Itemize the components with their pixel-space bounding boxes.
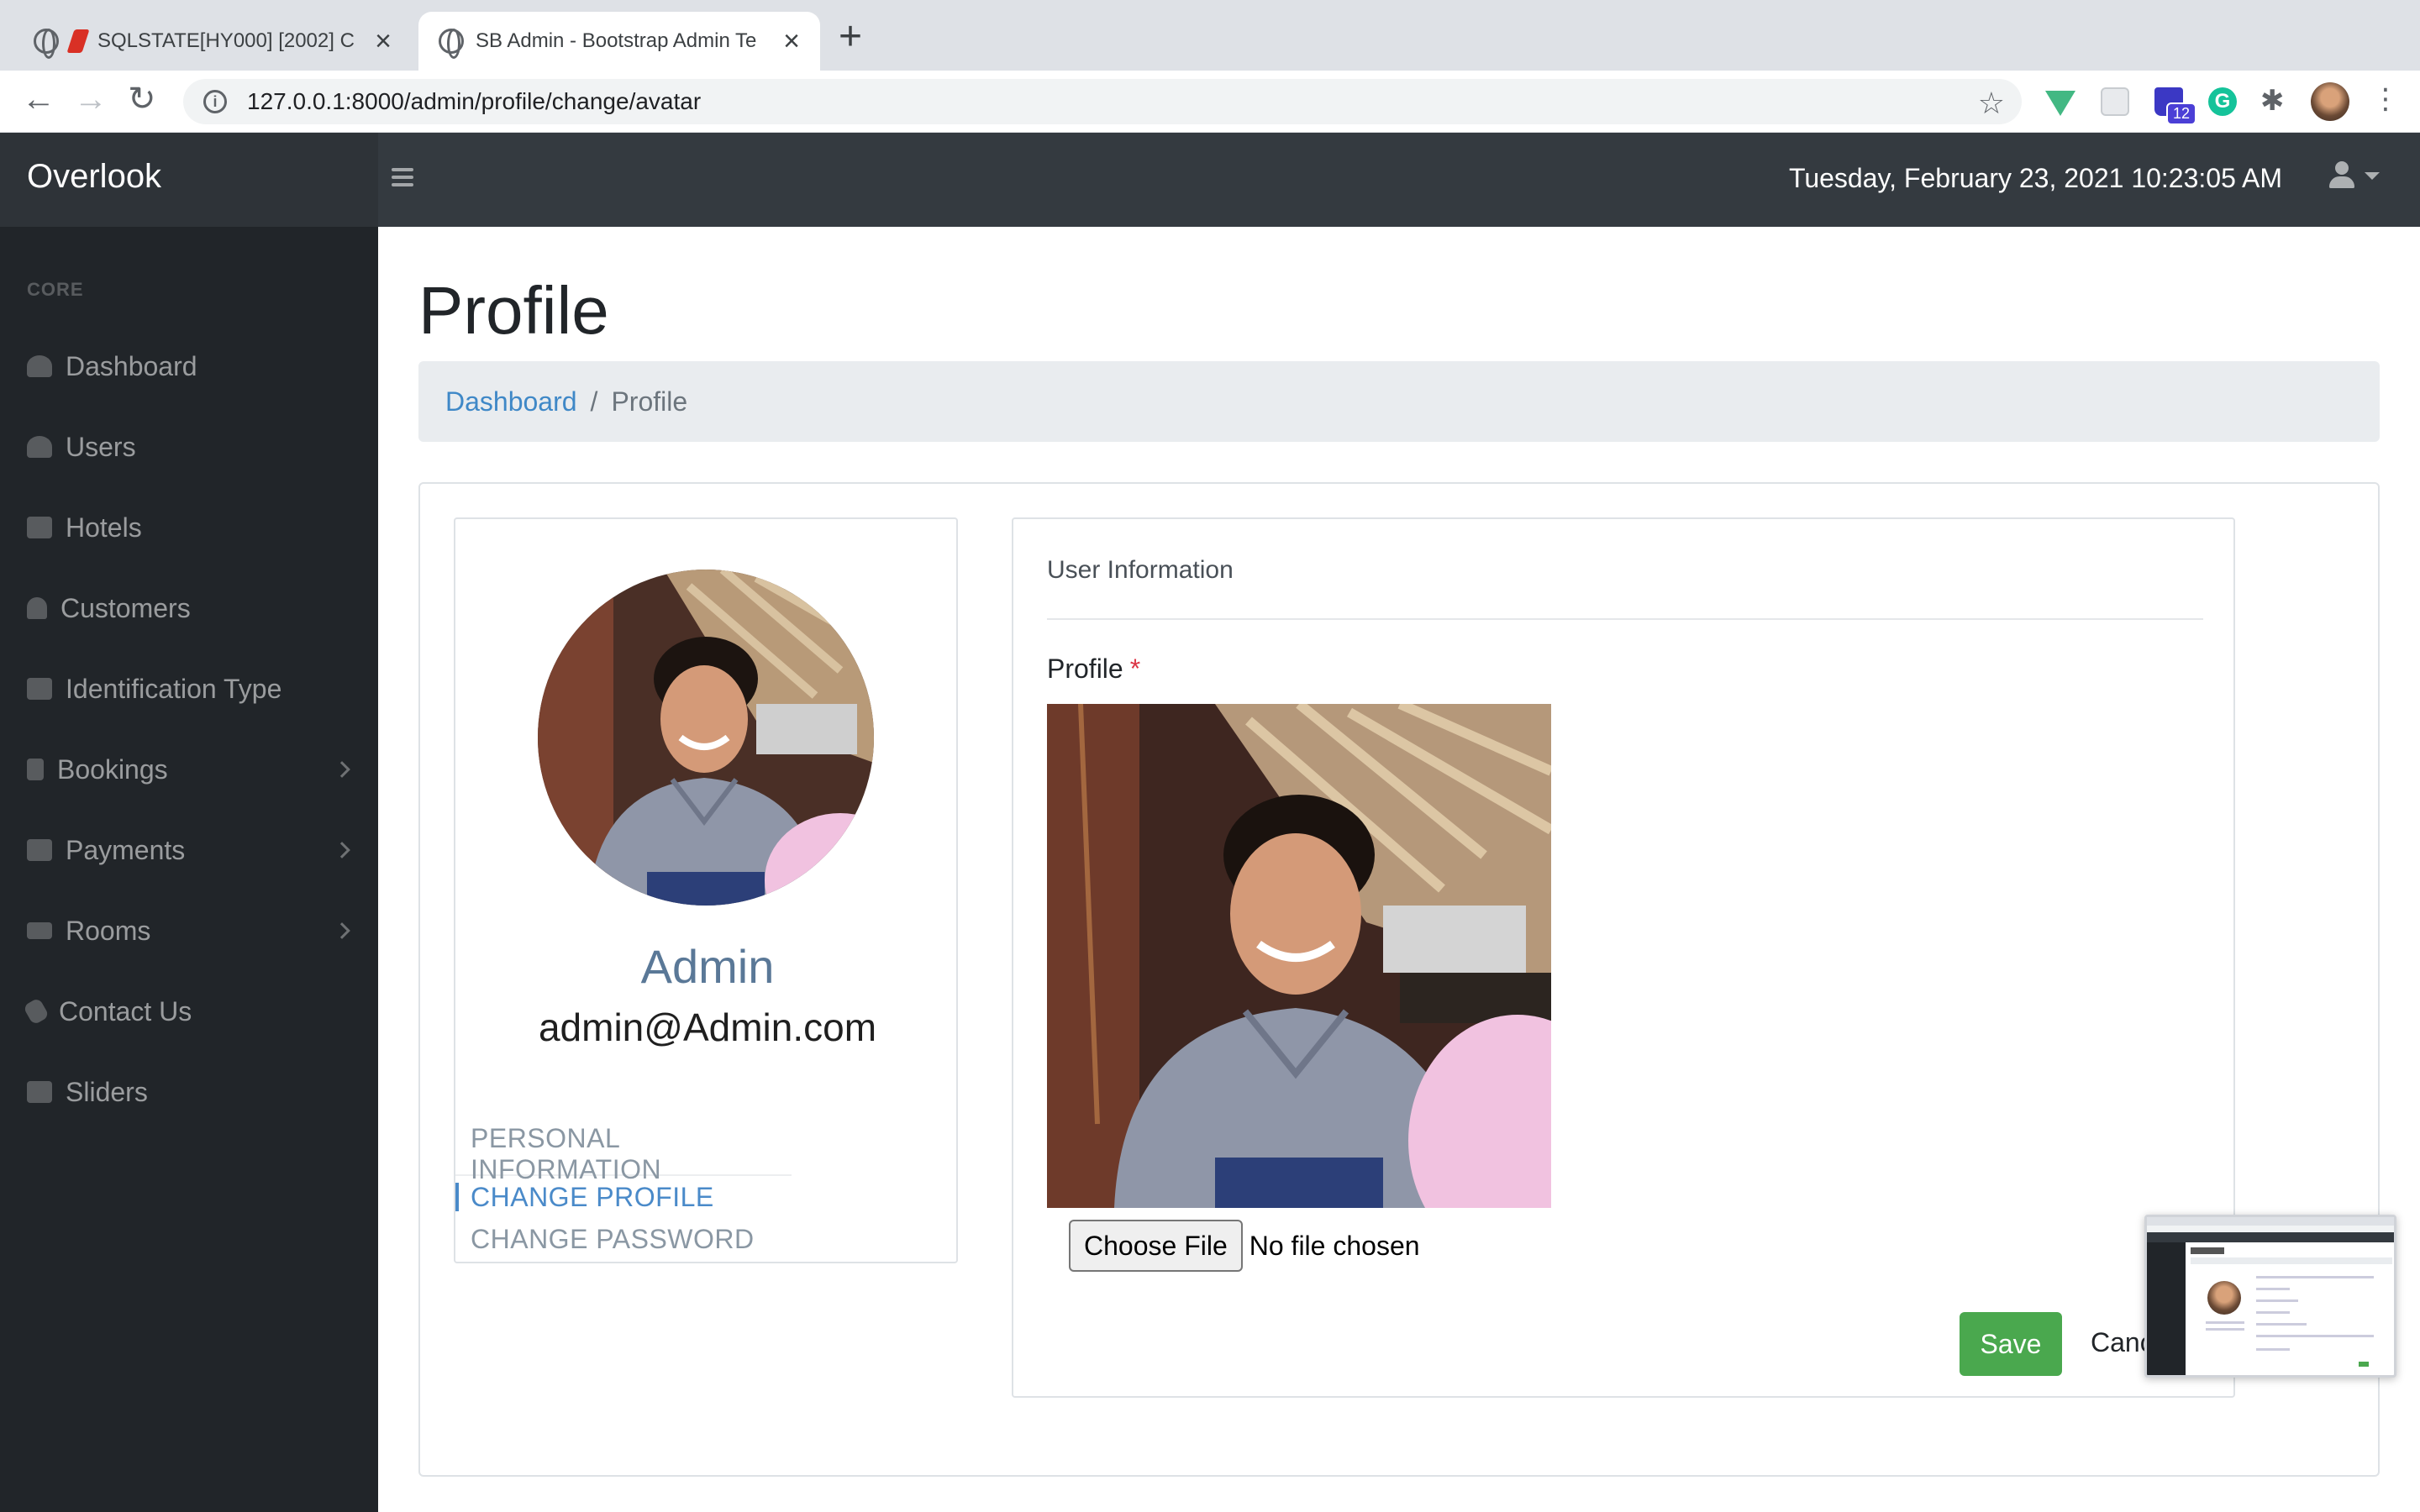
top-navbar: Overlook Tuesday, February 23, 2021 10:2…	[0, 133, 2420, 227]
site-info-icon[interactable]: i	[203, 90, 227, 113]
grammarly-icon[interactable]: G	[2208, 87, 2237, 116]
menu-change-profile[interactable]: CHANGE PROFILE	[455, 1176, 960, 1218]
breadcrumb-dashboard-link[interactable]: Dashboard	[445, 386, 577, 417]
tab-title: SB Admin - Bootstrap Admin Te	[476, 29, 757, 52]
forward-arrow-icon[interactable]: →	[74, 82, 108, 116]
chevron-right-icon	[334, 842, 350, 858]
sidebar-item-label: Rooms	[66, 915, 151, 946]
vue-devtools-icon[interactable]	[2045, 91, 2075, 116]
page-title: Profile	[418, 273, 609, 348]
sidebar-item-users[interactable]: Users	[27, 422, 355, 472]
browser-toolbar: ← → ↻ i 127.0.0.1:8000/admin/profile/cha…	[0, 71, 2420, 133]
laravel-favicon-icon	[66, 29, 90, 53]
breadcrumb-separator: /	[590, 386, 598, 417]
truck-icon	[27, 1081, 52, 1103]
close-tab-icon[interactable]: ×	[375, 27, 392, 55]
address-bar[interactable]: i 127.0.0.1:8000/admin/profile/change/av…	[183, 79, 2022, 124]
menu-change-password[interactable]: CHANGE PASSWORD	[455, 1218, 960, 1260]
brand-logo[interactable]: Overlook	[27, 158, 161, 196]
sidebar-item-sliders[interactable]: Sliders	[27, 1067, 355, 1117]
sidebar-item-hotels[interactable]: Hotels	[27, 502, 355, 553]
extension-grid-icon[interactable]	[2101, 87, 2129, 116]
sidebar-item-label: Sliders	[66, 1076, 148, 1107]
puzzle-icon[interactable]: ✱	[2260, 84, 2289, 117]
tab-title: SQLSTATE[HY000] [2002] C	[97, 29, 355, 52]
extension-badge: 12	[2166, 102, 2197, 125]
building-icon	[27, 517, 52, 538]
sidebar-item-label: Hotels	[66, 512, 142, 543]
sidebar-item-label: Customers	[60, 592, 191, 623]
user-dropdown[interactable]	[2328, 161, 2380, 190]
sidebar-item-label: Identification Type	[66, 673, 282, 704]
menu-personal-information[interactable]: PERSONAL INFORMATION	[455, 1123, 792, 1184]
profile-email: admin@Admin.com	[538, 1005, 877, 1049]
current-datetime: Tuesday, February 23, 2021 10:23:05 AM	[1788, 163, 2282, 193]
avatar-preview-image	[1047, 704, 1551, 1208]
gauge-icon	[27, 355, 52, 377]
sidebar-item-label: Dashboard	[66, 350, 197, 381]
user-information-card: User Information Profile * Choose File N…	[1012, 517, 2235, 1398]
address-url: 127.0.0.1:8000/admin/profile/change/avat…	[247, 88, 702, 114]
sidebar-item-contact-us[interactable]: Contact Us	[22, 986, 355, 1037]
section-title: User Information	[1047, 556, 1234, 584]
hamburger-menu-icon[interactable]	[392, 166, 413, 188]
reload-icon[interactable]: ↻	[128, 82, 156, 116]
id-card-icon	[27, 678, 52, 700]
sidebar-item-label: Contact Us	[59, 995, 192, 1026]
profile-name: Admin	[640, 940, 775, 993]
brand-area: Overlook	[0, 133, 378, 227]
save-button[interactable]: Save	[1960, 1312, 2062, 1376]
sidebar-item-payments[interactable]: Payments	[27, 825, 355, 875]
file-status-text: No file chosen	[1249, 1230, 1420, 1261]
sidebar-item-bookings[interactable]: Bookings	[27, 744, 355, 795]
browser-tabstrip: SQLSTATE[HY000] [2002] C × SB Admin - Bo…	[0, 0, 2420, 71]
more-vertical-icon[interactable]: ⋮	[2371, 82, 2400, 115]
sidebar-item-label: Users	[66, 431, 136, 462]
bookmark-icon	[27, 759, 44, 780]
file-input: Choose File No file chosen	[1069, 1220, 1420, 1272]
new-tab-icon[interactable]: +	[839, 17, 862, 57]
user-icon	[2328, 161, 2356, 190]
choose-file-button[interactable]: Choose File	[1069, 1220, 1243, 1272]
main-content: Profile Dashboard / Profile Admin admin@…	[378, 227, 2420, 1512]
profile-menu: PERSONAL INFORMATION CHANGE PROFILE CHAN…	[455, 1123, 960, 1260]
profile-field-label: Profile *	[1047, 654, 1140, 685]
field-label-text: Profile	[1047, 654, 1123, 684]
sidebar-heading: CORE	[27, 279, 84, 300]
browser-tab-error[interactable]: SQLSTATE[HY000] [2002] C ×	[13, 12, 412, 71]
globe-icon	[34, 29, 59, 59]
sidebar-item-customers[interactable]: Customers	[27, 583, 355, 633]
close-tab-icon[interactable]: ×	[783, 27, 800, 55]
screenshot-thumbnail[interactable]	[2144, 1215, 2396, 1378]
browser-tab-active[interactable]: SB Admin - Bootstrap Admin Te ×	[418, 12, 820, 71]
avatar	[538, 570, 874, 906]
sidebar-item-identification-type[interactable]: Identification Type	[27, 664, 355, 714]
phone-icon	[22, 997, 50, 1026]
profile-summary-card: Admin admin@Admin.com PERSONAL INFORMATI…	[454, 517, 958, 1263]
sidebar-item-dashboard[interactable]: Dashboard	[27, 341, 355, 391]
chevron-right-icon	[334, 922, 350, 939]
user-icon	[27, 597, 47, 619]
breadcrumb: Dashboard / Profile	[418, 361, 2380, 442]
globe-icon	[439, 29, 464, 59]
bed-icon	[27, 922, 52, 939]
sidebar-item-label: Payments	[66, 834, 186, 865]
bookmark-star-icon[interactable]: ☆	[1978, 86, 2005, 121]
profile-container-card: Admin admin@Admin.com PERSONAL INFORMATI…	[418, 482, 2380, 1477]
sidebar-item-rooms[interactable]: Rooms	[27, 906, 355, 956]
section-divider	[1047, 618, 2203, 620]
sidebar: CORE Dashboard Users Hotels Customers Id…	[0, 227, 378, 1512]
chevron-right-icon	[334, 761, 350, 778]
users-icon	[27, 436, 52, 458]
browser-profile-avatar[interactable]	[2311, 82, 2349, 121]
breadcrumb-current: Profile	[611, 386, 688, 417]
back-arrow-icon[interactable]: ←	[22, 82, 55, 116]
sidebar-item-label: Bookings	[57, 753, 168, 785]
caret-down-icon	[2365, 171, 2380, 180]
required-mark: *	[1129, 654, 1141, 684]
money-icon	[27, 839, 52, 861]
